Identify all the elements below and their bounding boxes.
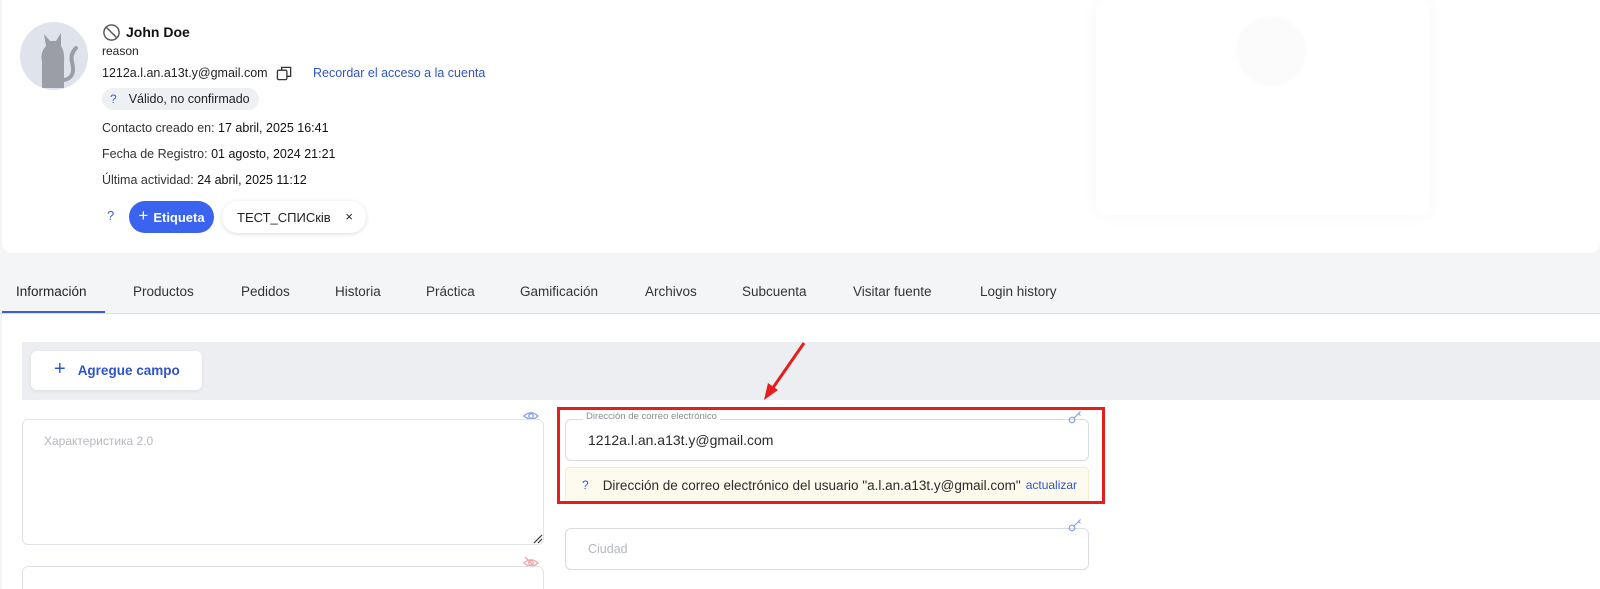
tab-pedidos[interactable]: Pedidos [241,284,290,299]
help-icon[interactable]: ? [110,92,117,106]
add-field-button[interactable]: + Agregue campo [31,351,202,390]
add-field-label: Agregue campo [77,363,180,378]
email-status-badge: ? Válido, no confirmado [102,88,259,110]
registered-at-label: Fecha de Registro: [102,147,212,161]
email-status-text: Válido, no confirmado [128,92,250,106]
highlight-box [557,407,1105,504]
copy-icon[interactable] [276,65,293,82]
city-field[interactable]: Ciudad [565,528,1089,570]
add-tag-label: Etiqueta [153,209,205,225]
second-field[interactable] [22,566,544,589]
tab-visitar-fuente[interactable]: Visitar fuente [853,284,932,299]
tags-help-icon[interactable]: ? [107,208,114,223]
created-at-label: Contacto creado en: [102,121,219,135]
last-activity: Última actividad: 24 abril, 2025 11:12 [102,173,307,187]
fields-toolbar [22,342,1600,400]
last-activity-value: 24 abril, 2025 11:12 [197,173,307,187]
last-activity-label: Última actividad: [102,173,198,187]
characteristic-textarea[interactable]: Характеристика 2.0 [22,419,544,545]
created-at: Contacto creado en: 17 abril, 2025 16:41 [102,121,329,135]
tab-subcuenta[interactable]: Subcuenta [742,284,807,299]
tab-productos[interactable]: Productos [133,284,194,299]
tab-bar: Información Productos Pedidos Historia P… [0,270,1600,314]
registered-at-value: 01 agosto, 2024 21:21 [211,147,336,161]
contact-name: John Doe [126,24,190,40]
tab-login-history[interactable]: Login history [980,284,1057,299]
tab-archivos[interactable]: Archivos [645,284,697,299]
tab-gamificacion[interactable]: Gamificación [520,284,598,299]
tag-label: ТЕСТ_СПИСків [237,209,331,225]
add-tag-button[interactable]: + Etiqueta [129,201,214,233]
faded-avatar [1238,18,1304,84]
city-placeholder: Ciudad [588,542,628,556]
tab-informacion[interactable]: Información [16,284,87,299]
plus-icon: + [138,206,149,225]
tab-historia[interactable]: Historia [335,284,381,299]
remind-access-link[interactable]: Recordar el acceso a la cuenta [313,66,485,80]
tag-chip: ТЕСТ_СПИСків × [222,201,366,233]
registered-at: Fecha de Registro: 01 agosto, 2024 21:21 [102,147,336,161]
resize-handle-icon[interactable] [533,534,543,544]
key-icon[interactable] [1068,518,1082,532]
created-at-value: 17 abril, 2025 16:41 [218,121,329,135]
annotation-arrow [764,342,806,400]
blocked-icon [103,24,120,41]
avatar [20,22,88,90]
tab-practica[interactable]: Práctica [426,284,475,299]
close-icon[interactable]: × [345,209,353,224]
contact-email: 1212a.l.an.a13t.y@gmail.com [102,66,268,80]
block-reason: reason [102,44,139,58]
active-tab-indicator [2,311,105,313]
textarea-placeholder: Характеристика 2.0 [44,434,154,448]
plus-icon: + [54,358,66,380]
